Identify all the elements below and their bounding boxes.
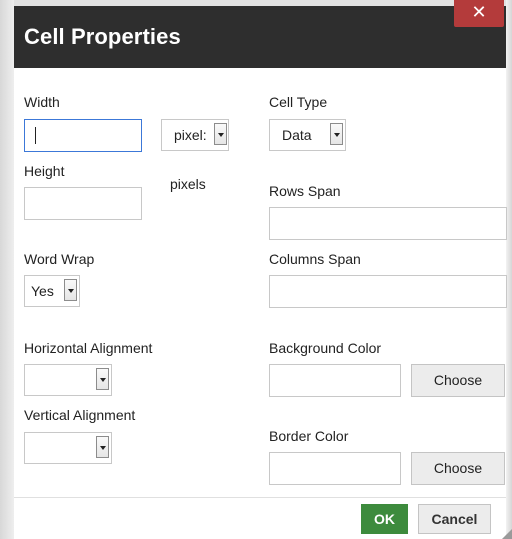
vertical-alignment-label: Vertical Alignment [24, 407, 136, 423]
height-label: Height [24, 163, 65, 179]
chevron-down-icon [214, 123, 227, 145]
background-color-choose-button[interactable]: Choose [411, 364, 505, 397]
cell-type-value: Data [282, 127, 312, 143]
cell-type-label: Cell Type [269, 94, 328, 110]
chevron-down-icon [96, 368, 109, 390]
border-color-label: Border Color [269, 428, 349, 444]
close-icon: ✕ [471, 2, 487, 22]
horizontal-alignment-label: Horizontal Alignment [24, 340, 153, 356]
height-input[interactable] [24, 187, 142, 220]
dialog-title: Cell Properties [24, 24, 181, 49]
cancel-button[interactable]: Cancel [418, 504, 491, 534]
word-wrap-value: Yes [31, 283, 54, 299]
chevron-down-icon [96, 436, 109, 458]
rows-span-input[interactable] [269, 207, 507, 240]
background-color-input[interactable] [269, 364, 401, 397]
width-input[interactable] [24, 119, 142, 152]
chevron-down-icon [330, 123, 343, 145]
text-caret [35, 127, 36, 144]
vertical-alignment-select[interactable] [24, 432, 112, 464]
word-wrap-label: Word Wrap [24, 251, 95, 267]
background-color-label: Background Color [269, 340, 382, 356]
columns-span-label: Columns Span [269, 251, 361, 267]
resize-grip-icon[interactable] [502, 529, 512, 539]
ok-button[interactable]: OK [361, 504, 408, 534]
border-color-choose-button[interactable]: Choose [411, 452, 505, 485]
horizontal-alignment-select[interactable] [24, 364, 112, 396]
width-label: Width [24, 94, 60, 110]
word-wrap-select[interactable]: Yes [24, 275, 80, 307]
width-unit-value: pixel: [174, 127, 207, 143]
chevron-down-icon [64, 279, 77, 301]
dialog-shadow-left [0, 0, 14, 539]
close-button[interactable]: ✕ [454, 0, 504, 27]
rows-span-label: Rows Span [269, 183, 341, 199]
border-color-input[interactable] [269, 452, 401, 485]
dialog-shadow-right [506, 0, 512, 539]
cell-type-select[interactable]: Data [269, 119, 346, 151]
width-unit-select[interactable]: pixel: [161, 119, 229, 151]
columns-span-input[interactable] [269, 275, 507, 308]
height-unit-text: pixels [170, 176, 206, 192]
